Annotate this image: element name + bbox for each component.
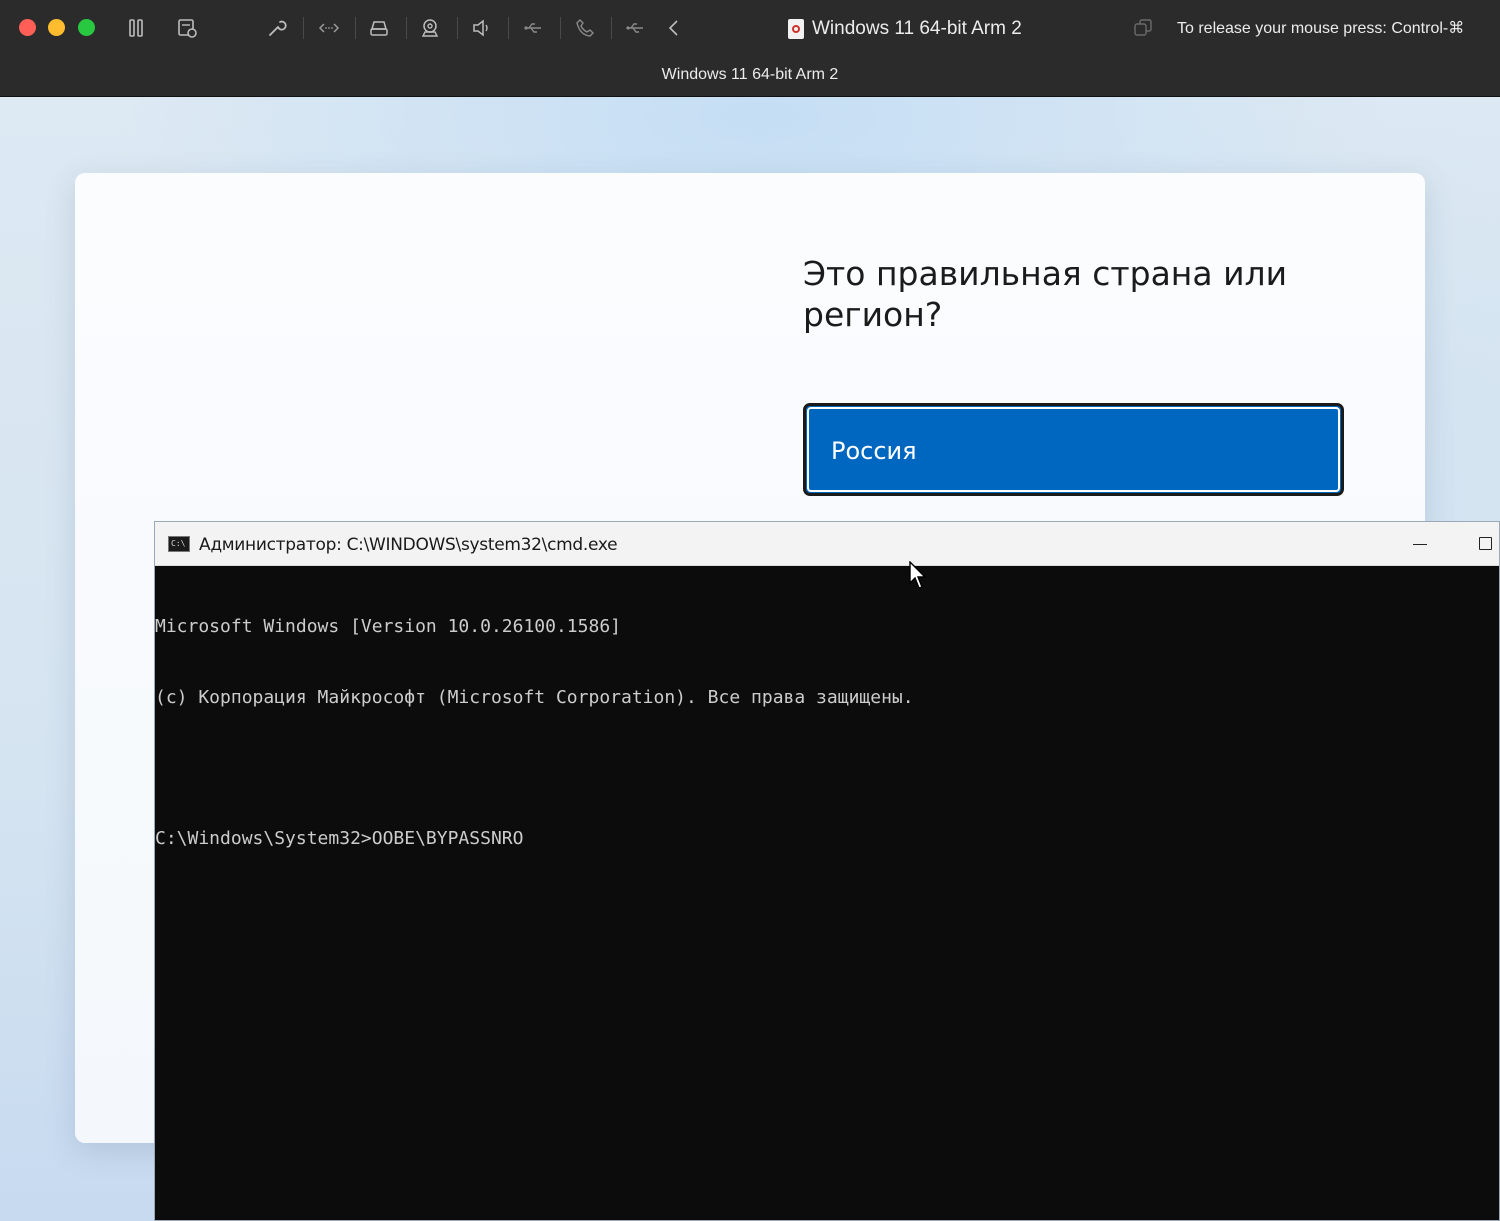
hard-disk-icon[interactable] [364,13,394,43]
fullscreen-window-button[interactable] [78,19,95,36]
network-icon[interactable] [314,13,344,43]
vm-subtitle: Windows 11 64-bit Arm 2 [661,66,839,83]
back-chevron-icon[interactable] [659,13,689,43]
maximize-icon[interactable] [1471,534,1500,554]
minimize-icon[interactable] [1405,534,1435,554]
camera-icon[interactable] [415,13,445,43]
cmd-console-output[interactable]: Microsoft Windows [Version 10.0.26100.15… [155,568,1499,1220]
minimize-window-button[interactable] [48,19,65,36]
usb-icon[interactable] [518,13,548,43]
sound-icon[interactable] [466,13,496,43]
country-label: Россия [831,437,917,465]
vm-title-text: Windows 11 64-bit Arm 2 [812,18,1022,39]
usb-icon[interactable] [620,13,650,43]
cmd-window-title: Администратор: C:\WINDOWS\system32\cmd.e… [199,535,618,555]
console-line: Microsoft Windows [Version 10.0.26100.15… [155,616,621,637]
document-icon [788,19,804,39]
oobe-heading: Это правильная страна или регион? [803,254,1288,334]
cmd-window[interactable]: C:\ Администратор: C:\WINDOWS\system32\c… [154,521,1500,1221]
snapshot-icon[interactable] [172,13,202,43]
country-list-item-selected[interactable]: Россия [803,403,1344,496]
settings-wrench-icon[interactable] [262,13,292,43]
pause-icon[interactable] [121,13,151,43]
vm-window-title: Windows 11 64-bit Arm 2 [788,16,1022,42]
console-line: C:\Windows\System32>OOBE\BYPASSNRO [155,827,524,849]
vm-titlebar: Windows 11 64-bit Arm 2 To release your … [0,0,1500,97]
phone-icon[interactable] [570,13,600,43]
console-line: (c) Корпорация Майкрософт (Microsoft Cor… [155,686,914,708]
cmd-app-icon: C:\ [168,536,190,552]
cmd-titlebar[interactable]: C:\ Администратор: C:\WINDOWS\system32\c… [155,522,1499,566]
copy-icon[interactable] [1134,19,1152,37]
release-mouse-hint: To release your mouse press: Control-⌘ [1177,20,1465,37]
mouse-pointer-icon [909,561,927,589]
close-window-button[interactable] [19,19,36,36]
